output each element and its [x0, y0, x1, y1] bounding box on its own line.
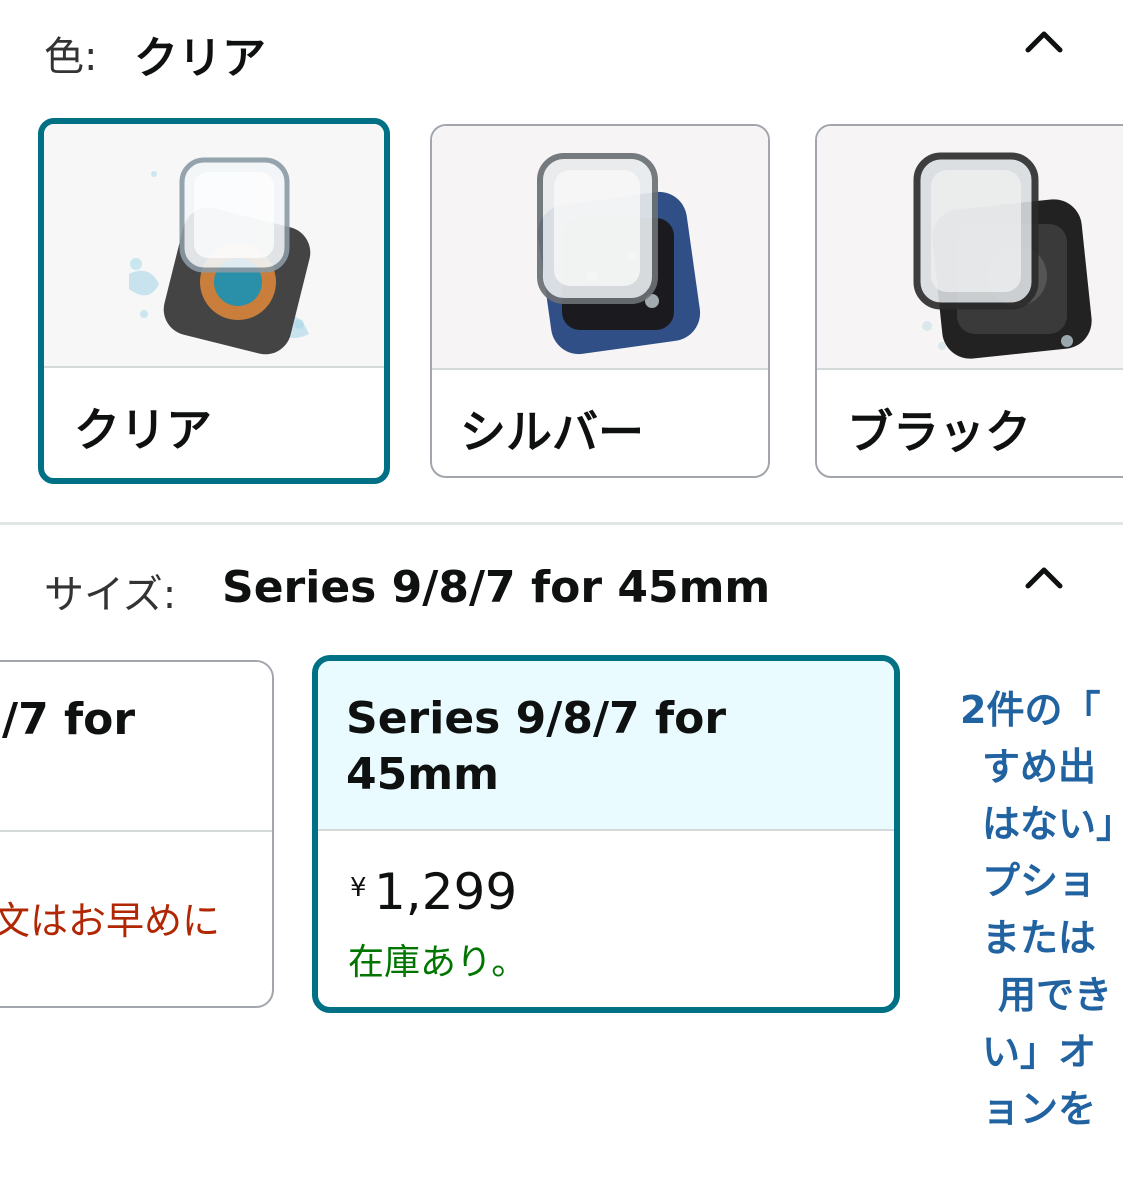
color-option-black[interactable]: ブラック: [815, 124, 1123, 478]
color-option-label: ブラック: [847, 405, 1031, 459]
chevron-up-icon[interactable]: [1022, 556, 1066, 600]
product-image-clear: [44, 124, 384, 367]
size-selected-value: Series 9/8/7 for 45mm: [222, 562, 771, 613]
size-option-title-line2: 45mm: [346, 749, 499, 800]
size-option-title: /7 for: [2, 694, 136, 745]
color-option-clear[interactable]: クリア: [38, 118, 390, 484]
chevron-up-icon[interactable]: [1022, 20, 1066, 64]
price-currency: ¥: [350, 873, 367, 903]
section-divider: [0, 522, 1123, 525]
price-value: 1,299: [374, 863, 518, 921]
color-option-label: シルバー: [460, 405, 644, 459]
color-selected-value: クリア: [134, 33, 266, 84]
product-image-black: [817, 126, 1123, 368]
color-label: 色:: [44, 34, 98, 80]
size-option-partial[interactable]: /7 for 文はお早めに: [0, 660, 274, 1008]
size-option-selected[interactable]: Series 9/8/7 for 45mm ¥ 1,299 在庫あり。: [312, 655, 900, 1013]
order-early-notice: 文はお早めに: [0, 899, 221, 943]
promo-link[interactable]: 2件の「 すめ出 はない」 プショ または 用でき い」オ ョンを: [960, 682, 1123, 1138]
color-option-label: クリア: [74, 403, 212, 457]
size-option-title-line1: Series 9/8/7 for: [346, 693, 727, 744]
size-label: サイズ:: [44, 572, 177, 618]
in-stock-status: 在庫あり。: [348, 942, 528, 983]
color-option-silver[interactable]: シルバー: [430, 124, 770, 478]
product-image-silver: [432, 126, 768, 368]
